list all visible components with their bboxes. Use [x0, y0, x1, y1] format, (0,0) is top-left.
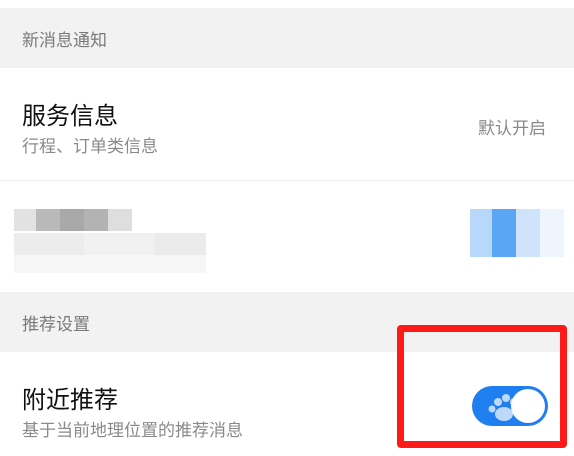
service-info-title: 服务信息: [22, 102, 118, 130]
section-header-new-message-label: 新消息通知: [22, 30, 107, 51]
service-info-value: 默认开启: [478, 119, 546, 139]
redacted-toggle-block: [492, 209, 516, 257]
highlight-annotation-box: [397, 325, 567, 448]
top-card-edge: [0, 0, 574, 8]
obscured-row[interactable]: [0, 181, 574, 292]
redacted-block: [84, 209, 108, 231]
redacted-block: [108, 209, 132, 231]
redacted-toggle-block: [540, 209, 564, 257]
nearby-recommend-title: 附近推荐: [22, 386, 118, 414]
service-info-row[interactable]: 服务信息 行程、订单类信息 默认开启: [0, 68, 574, 180]
redacted-block: [14, 209, 36, 231]
service-info-subtitle: 行程、订单类信息: [22, 137, 158, 157]
redacted-block: [14, 233, 84, 255]
redacted-block: [36, 209, 60, 231]
section-header-new-message: 新消息通知: [0, 8, 574, 68]
section-header-recommend-label: 推荐设置: [22, 314, 90, 335]
redacted-block: [14, 255, 206, 273]
redacted-block: [154, 233, 206, 255]
redacted-toggle-block: [470, 209, 492, 257]
redacted-block: [84, 233, 154, 255]
nearby-recommend-subtitle: 基于当前地理位置的推荐消息: [22, 421, 243, 441]
redacted-block: [60, 209, 84, 231]
redacted-toggle-block: [516, 209, 540, 257]
